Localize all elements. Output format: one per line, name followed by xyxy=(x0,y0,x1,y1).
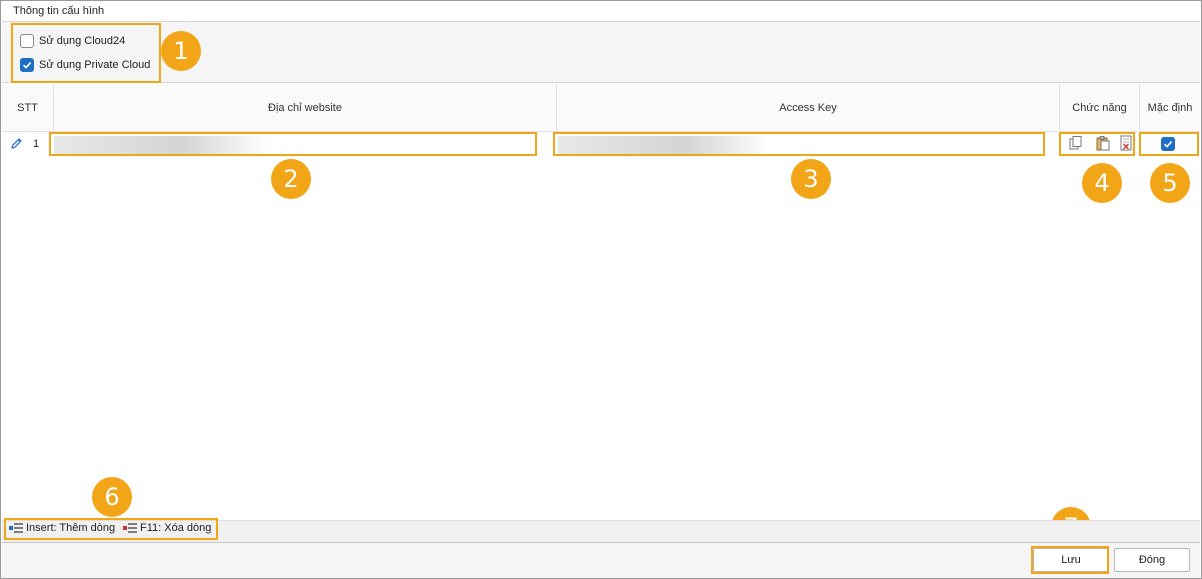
private-cloud-checkbox[interactable] xyxy=(20,58,34,72)
callout-badge-5: 5 xyxy=(1150,163,1190,203)
row-stt: 1 xyxy=(33,138,40,150)
col-header-default[interactable]: Mặc định xyxy=(1140,84,1200,132)
private-cloud-label: Sử dụng Private Cloud xyxy=(39,59,151,71)
check-icon xyxy=(22,62,32,69)
delete-row-label: F11: Xóa dòng xyxy=(140,522,212,534)
delete-row-icon[interactable] xyxy=(1120,135,1132,154)
highlight-options xyxy=(11,23,161,83)
insert-row-label: Insert: Thêm dòng xyxy=(26,522,116,534)
col-header-stt[interactable]: STT xyxy=(2,84,54,132)
col-header-access-key[interactable]: Access Key xyxy=(557,84,1060,132)
close-button[interactable]: Đóng xyxy=(1114,548,1190,572)
delete-row-shortcut[interactable]: F11: Xóa dòng xyxy=(123,522,211,534)
option-private-cloud[interactable]: Sử dụng Private Cloud xyxy=(20,58,150,72)
callout-badge-1: 1 xyxy=(161,31,201,71)
remove-row-icon xyxy=(123,523,137,533)
check-icon xyxy=(1163,141,1173,148)
cloud24-label: Sử dụng Cloud24 xyxy=(39,35,126,47)
website-input[interactable] xyxy=(49,132,537,156)
insert-row-icon xyxy=(9,523,23,533)
pencil-icon[interactable] xyxy=(10,137,23,153)
config-window: Thông tin cấu hình Sử dụng Cloud24 Sử dụ… xyxy=(0,0,1202,579)
cloud24-checkbox[interactable] xyxy=(20,34,34,48)
callout-badge-4: 4 xyxy=(1082,163,1122,203)
highlight-save xyxy=(1031,546,1109,574)
option-cloud24[interactable]: Sử dụng Cloud24 xyxy=(20,34,125,48)
paste-icon[interactable] xyxy=(1095,135,1111,154)
copy-icon[interactable] xyxy=(1068,135,1084,154)
insert-row-shortcut[interactable]: Insert: Thêm dòng xyxy=(9,522,115,534)
col-header-functions[interactable]: Chức năng xyxy=(1060,84,1140,132)
col-header-website[interactable]: Địa chỉ website xyxy=(54,84,557,132)
dialog-footer xyxy=(2,542,1200,578)
default-checkbox[interactable] xyxy=(1161,137,1175,151)
callout-badge-6: 6 xyxy=(92,477,132,517)
access-key-input[interactable] xyxy=(553,132,1045,156)
config-grid: STT Địa chỉ website Access Key Chức năng… xyxy=(2,84,1200,520)
callout-badge-2: 2 xyxy=(271,159,311,199)
callout-badge-3: 3 xyxy=(791,159,831,199)
window-title: Thông tin cấu hình xyxy=(13,5,105,17)
